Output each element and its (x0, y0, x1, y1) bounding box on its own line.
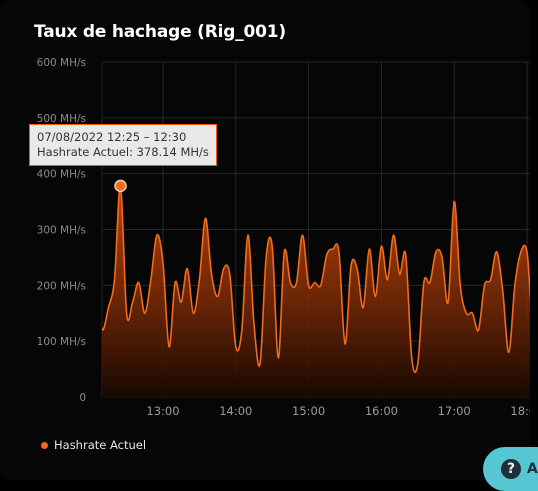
chart-tooltip: 07/08/2022 12:25 – 12:30 Hashrate Actuel… (29, 124, 217, 166)
x-tick-label: 16:00 (365, 404, 398, 418)
x-tick-label: 13:00 (146, 404, 179, 418)
hover-point (114, 179, 127, 193)
y-tick-label: 100 MH/s (37, 336, 86, 348)
x-tick-label: 18:00 (510, 404, 530, 418)
series-group (102, 185, 530, 397)
x-tick-label: 15:00 (292, 404, 325, 418)
x-tick-label: 14:00 (219, 404, 252, 418)
help-button-label: A (527, 461, 538, 477)
tooltip-value: Hashrate Actuel: 378.14 MH/s (37, 145, 209, 159)
y-tick-label: 400 MH/s (37, 169, 86, 181)
chart-card: Taux de hachage (Rig_001) 600 MH/s 500 MH… (0, 0, 530, 481)
legend-label: Hashrate Actuel (54, 438, 147, 452)
y-tick-label: 600 MH/s (37, 57, 86, 69)
x-tick-label: 17:00 (438, 404, 471, 418)
y-tick-label: 200 MH/s (37, 280, 86, 292)
y-tick-label: 300 MH/s (37, 225, 86, 237)
question-icon: ? (501, 459, 521, 479)
tooltip-range: 07/08/2022 12:25 – 12:30 (37, 130, 187, 144)
hashrate-chart: 600 MH/s500 MH/s400 MH/s300 MH/s200 MH/s… (37, 57, 530, 418)
chart-legend[interactable]: Hashrate Actuel (41, 438, 146, 452)
y-tick-label: 0 (79, 392, 86, 404)
help-button[interactable]: ? A (483, 447, 538, 491)
legend-swatch (41, 441, 48, 449)
series-area (102, 185, 530, 397)
